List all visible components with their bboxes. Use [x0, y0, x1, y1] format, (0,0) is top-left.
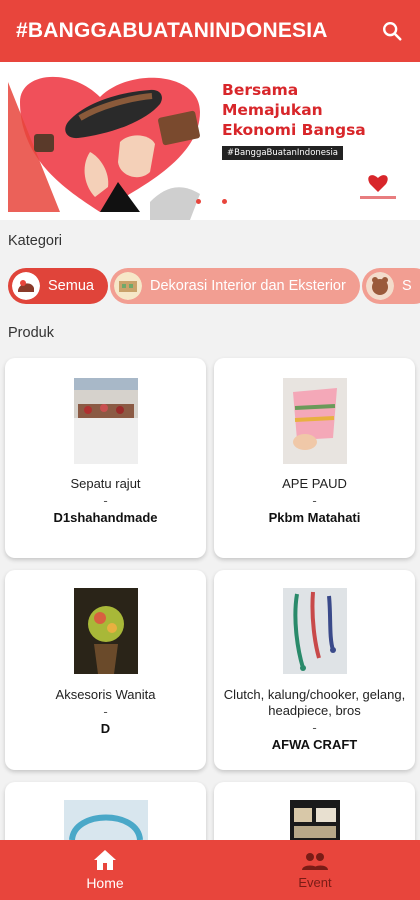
- chip-label: S: [402, 278, 412, 294]
- banner-headline-line-3: Ekonomi Bangsa: [222, 121, 366, 139]
- banner-headline-line-2: Memajukan: [222, 101, 323, 119]
- bottom-navigation: Home Event: [0, 840, 420, 900]
- product-image: [282, 378, 347, 464]
- category-chip-list[interactable]: Semua Dekorasi Interior dan Eksterior S: [8, 268, 420, 306]
- carousel-dot[interactable]: [222, 199, 227, 204]
- banner-hashtag: #BanggaBuatanIndonesia: [222, 146, 344, 160]
- chip-semua-thumbnail: [12, 272, 40, 300]
- banner-headline: Bersama Memajukan Ekonomi Bangsa: [222, 80, 412, 140]
- chip-label: Dekorasi Interior dan Eksterior: [150, 278, 346, 294]
- product-image: [63, 800, 148, 841]
- chip-dekorasi-thumbnail: [114, 272, 142, 300]
- people-icon: [302, 852, 328, 870]
- chip-next[interactable]: S: [362, 268, 420, 304]
- home-icon: [94, 850, 116, 870]
- chip-label: Semua: [48, 278, 94, 294]
- promo-banner[interactable]: Bersama Memajukan Ekonomi Bangsa #Bangga…: [0, 62, 420, 220]
- product-separator: -: [312, 493, 317, 508]
- chip-next-thumbnail: [366, 272, 394, 300]
- product-name: APE PAUD: [282, 476, 347, 491]
- search-icon[interactable]: [378, 17, 406, 45]
- carousel-dot[interactable]: [196, 199, 201, 204]
- app-bar: #BANGGABUATANINDONESIA: [0, 0, 420, 62]
- product-card[interactable]: Clutch, kalung/chooker, gelang, headpiec…: [214, 570, 415, 770]
- chip-semua[interactable]: Semua: [8, 268, 108, 304]
- nav-event-label: Event: [298, 874, 332, 890]
- product-image: [289, 800, 340, 840]
- kategori-heading: Kategori: [8, 233, 63, 249]
- product-card[interactable]: APE PAUD - Pkbm Matahati: [214, 358, 415, 558]
- banner-headline-line-1: Bersama: [222, 81, 299, 99]
- nav-home[interactable]: Home: [0, 840, 210, 900]
- nav-home-label: Home: [86, 875, 124, 891]
- chip-dekorasi[interactable]: Dekorasi Interior dan Eksterior: [110, 268, 360, 304]
- produk-heading: Produk: [8, 325, 54, 341]
- product-name: Sepatu rajut: [70, 476, 141, 491]
- app-title: #BANGGABUATANINDONESIA: [16, 19, 328, 42]
- product-shop: AFWA CRAFT: [271, 737, 358, 752]
- product-image: [73, 378, 138, 464]
- product-separator: -: [103, 704, 108, 719]
- product-card[interactable]: Aksesoris Wanita - D: [5, 570, 206, 770]
- product-shop: Pkbm Matahati: [268, 510, 361, 525]
- nav-event[interactable]: Event: [210, 840, 420, 900]
- product-separator: -: [312, 720, 317, 735]
- product-separator: -: [103, 493, 108, 508]
- product-name: Aksesoris Wanita: [55, 687, 156, 702]
- product-image: [73, 588, 138, 674]
- product-shop: D1shahandmade: [53, 510, 158, 525]
- product-image: [282, 588, 347, 674]
- product-card[interactable]: Sepatu rajut - D1shahandmade: [5, 358, 206, 558]
- product-name: Clutch, kalung/chooker, gelang, headpiec…: [223, 687, 406, 718]
- product-shop: D: [100, 721, 111, 736]
